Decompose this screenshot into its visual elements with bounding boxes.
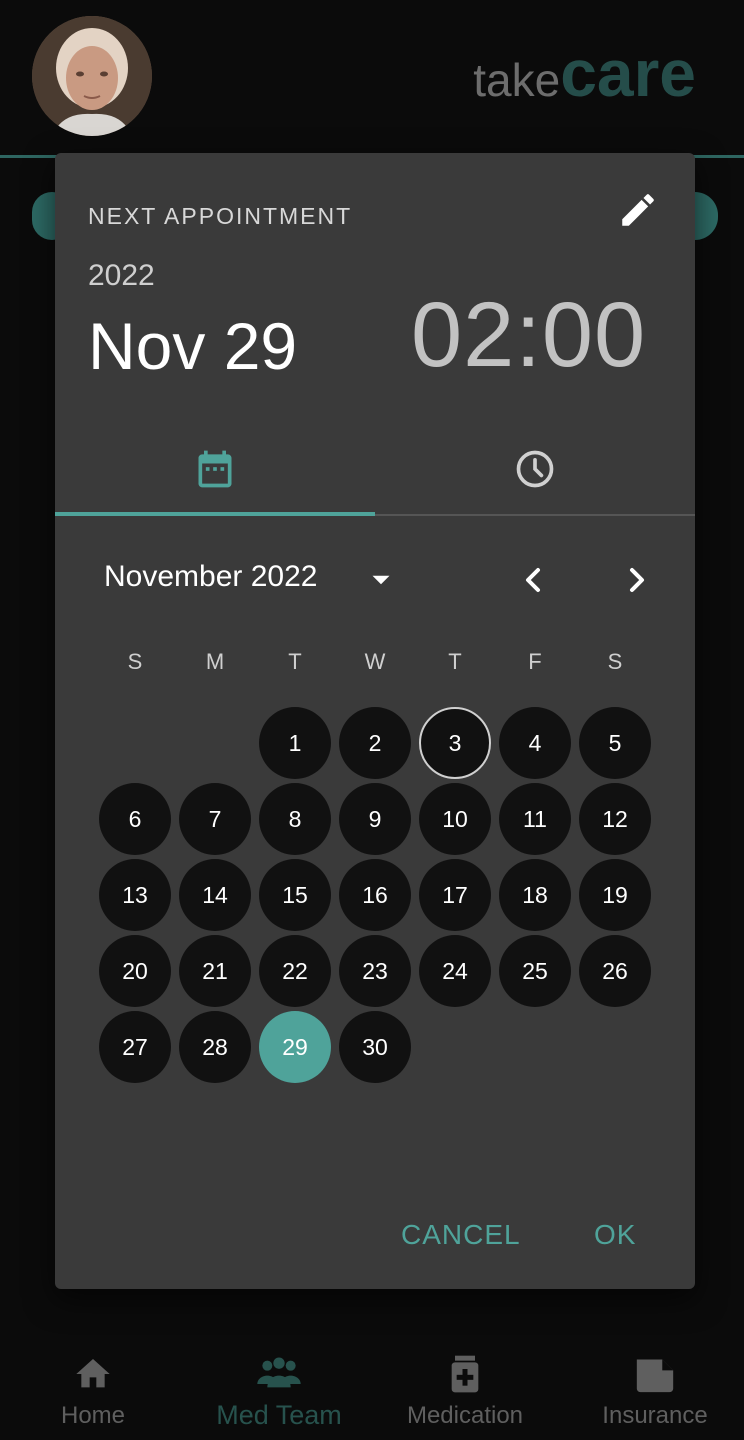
day-cell[interactable]: 19 (579, 859, 651, 931)
day-cell[interactable]: 11 (499, 783, 571, 855)
month-year-label[interactable]: November 2022 (104, 560, 317, 594)
clock-icon (516, 450, 554, 488)
insurance-icon (636, 1359, 674, 1393)
weekday-label: T (448, 649, 462, 674)
day-cell[interactable]: 26 (579, 935, 651, 1007)
calendar-icon (198, 450, 232, 488)
day-cell[interactable]: 2 (339, 707, 411, 779)
day-cell[interactable]: 18 (499, 859, 571, 931)
day-cell[interactable]: 15 (259, 859, 331, 931)
weekday-label: S (607, 649, 623, 674)
day-cell[interactable]: 1 (259, 707, 331, 779)
nav-label-home: Home (60, 1402, 126, 1429)
dialog-title: NEXT APPOINTMENT (88, 203, 353, 229)
people-icon (257, 1357, 301, 1388)
nav-label-med-team: Med Team (216, 1400, 342, 1430)
next-month-button[interactable] (617, 560, 657, 600)
portrait-image (32, 16, 152, 136)
nav-item-insurance[interactable]: Insurance (562, 1340, 744, 1440)
day-cell[interactable]: 16 (339, 859, 411, 931)
selected-time[interactable]: 02:00 (411, 283, 646, 388)
day-cell[interactable]: 24 (419, 935, 491, 1007)
day-cell[interactable]: 14 (179, 859, 251, 931)
day-cell[interactable]: 17 (419, 859, 491, 931)
weekday-label: S (127, 649, 143, 674)
day-cell[interactable]: 23 (339, 935, 411, 1007)
edit-icon[interactable] (617, 189, 659, 231)
day-cell[interactable]: 13 (99, 859, 171, 931)
day-cell[interactable]: 5 (579, 707, 651, 779)
selected-date[interactable]: Nov 29 (88, 308, 297, 384)
profile-avatar[interactable] (32, 16, 152, 136)
ok-button[interactable]: OK (594, 1219, 636, 1251)
weekday-label: W (364, 649, 386, 674)
chevron-right-icon (630, 568, 644, 592)
app-logo: takecare (473, 40, 696, 106)
day-cell[interactable]: 28 (179, 1011, 251, 1083)
bottom-navigation: Home Med Team Medication Insurance (0, 1340, 744, 1440)
day-cell[interactable]: 8 (259, 783, 331, 855)
day-cell[interactable]: 27 (99, 1011, 171, 1083)
day-cell[interactable]: 25 (499, 935, 571, 1007)
tab-time[interactable] (375, 423, 695, 515)
day-cell[interactable]: 4 (499, 707, 571, 779)
day-cell[interactable]: 30 (339, 1011, 411, 1083)
day-cell[interactable]: 7 (179, 783, 251, 855)
cancel-button[interactable]: CANCEL (401, 1219, 521, 1251)
day-cell[interactable]: 20 (99, 935, 171, 1007)
weekday-header: SMTWTFS (55, 649, 695, 679)
weekday-label: T (288, 649, 302, 674)
day-cell[interactable]: 9 (339, 783, 411, 855)
home-icon (76, 1359, 110, 1388)
day-cell[interactable]: 6 (99, 783, 171, 855)
nav-item-med-team[interactable]: Med Team (186, 1340, 372, 1440)
medication-icon (451, 1355, 479, 1393)
selected-year[interactable]: 2022 (88, 259, 155, 293)
logo-care-text: care (560, 36, 696, 110)
day-cell[interactable]: 10 (419, 783, 491, 855)
nav-label-medication: Medication (406, 1402, 524, 1429)
day-cell-selected[interactable]: 29 (259, 1011, 331, 1083)
day-cell[interactable]: 12 (579, 783, 651, 855)
date-picker-dialog: NEXT APPOINTMENT 2022 Nov 29 02:00 Novem… (55, 153, 695, 1289)
chevron-left-icon (526, 568, 540, 592)
app-screen: takecare NEXT APPOINTMENT 2022 Nov 29 02… (0, 0, 744, 1440)
tab-indicator (55, 512, 375, 516)
nav-item-home[interactable]: Home (0, 1340, 186, 1440)
nav-label-insurance: Insurance (602, 1402, 708, 1429)
weekday-label: F (528, 649, 542, 674)
day-cell[interactable]: 22 (259, 935, 331, 1007)
previous-month-button[interactable] (513, 560, 553, 600)
app-header: takecare (0, 0, 744, 158)
nav-item-medication[interactable]: Medication (372, 1340, 558, 1440)
tab-date[interactable] (55, 423, 375, 515)
month-dropdown-icon[interactable] (364, 563, 398, 597)
day-cell-today[interactable]: 3 (419, 707, 491, 779)
logo-take-text: take (473, 54, 561, 106)
day-cell[interactable]: 21 (179, 935, 251, 1007)
weekday-label: M (205, 649, 225, 674)
